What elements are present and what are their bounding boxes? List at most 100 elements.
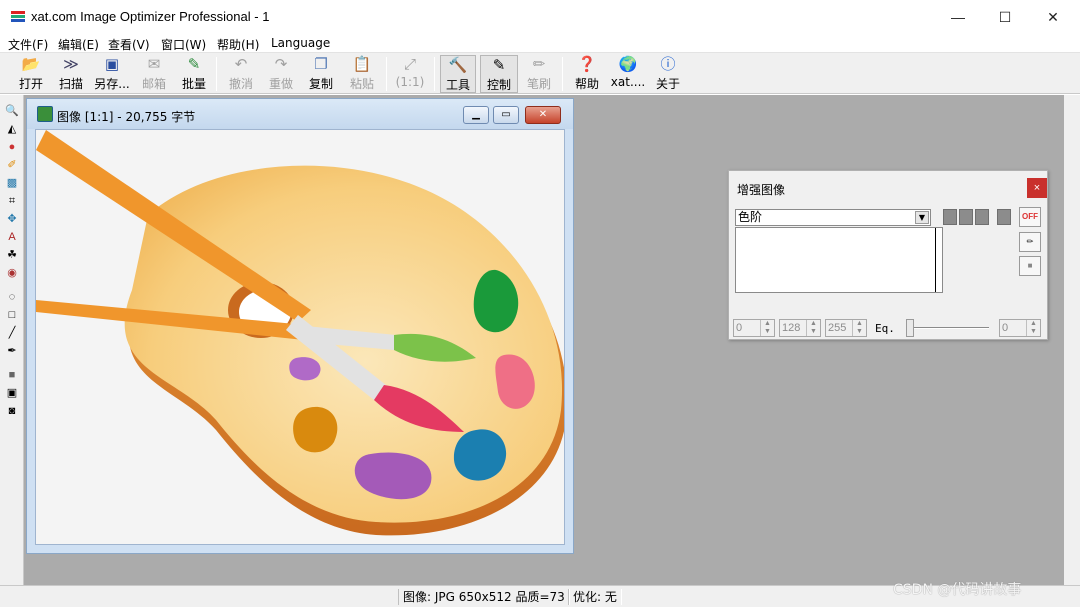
- crop-tool-icon[interactable]: ⌗: [4, 193, 20, 209]
- lasso-tool-icon[interactable]: ◌: [4, 289, 20, 305]
- status-image-info: 图像: JPG 650x512 品质=73: [398, 589, 570, 605]
- brush-label: 笔刷: [526, 77, 551, 91]
- image-window[interactable]: 图像 [1:1] - 20,755 字节 ▁ ▭ ✕: [26, 98, 574, 554]
- menu-bar: 文件(F) 编辑(E) 查看(V) 窗口(W) 帮助(H) Language: [0, 34, 1080, 52]
- close-button[interactable]: ✕: [1030, 0, 1076, 34]
- image-close-button[interactable]: ✕: [525, 106, 561, 124]
- frame-icon[interactable]: ▣: [4, 385, 20, 401]
- spinner-arrows-icon[interactable]: ▲ ▼: [760, 320, 774, 336]
- menu-edit[interactable]: 编辑(E): [58, 36, 99, 53]
- maximize-button[interactable]: ☐: [982, 0, 1028, 34]
- pen-tool-icon[interactable]: ✒: [4, 343, 20, 359]
- minimize-button[interactable]: —: [935, 0, 981, 34]
- eq-spinner[interactable]: 0 ▲ ▼: [999, 319, 1041, 337]
- fill-tool-icon[interactable]: ◭: [4, 121, 20, 137]
- left-toolbox: 🔍 ◭ ● ✐ ▩ ⌗ ✥ A ☘ ◉ ◌ □ ╱ ✒ ■ ▣ ◙: [0, 95, 24, 585]
- about-label: 关于: [655, 77, 680, 91]
- scan-button[interactable]: ≫ 扫描: [54, 55, 88, 93]
- pipette-icon[interactable]: ✏: [1019, 232, 1041, 252]
- level-max-value: 255: [828, 322, 847, 334]
- level-max-spinner[interactable]: 255 ▲ ▼: [825, 319, 867, 337]
- batch-label: 批量: [181, 77, 206, 91]
- open-button[interactable]: 📂 打开: [14, 55, 48, 93]
- line-tool-icon[interactable]: ╱: [4, 325, 20, 341]
- paste-button[interactable]: 📋 粘贴: [345, 55, 379, 93]
- globe-icon: 🌍: [618, 56, 638, 73]
- control-button[interactable]: ✎ 控制: [480, 55, 518, 93]
- status-optimize: 优化: 无: [568, 589, 622, 605]
- text-tool-icon[interactable]: A: [4, 229, 20, 245]
- copy-button[interactable]: ❐ 复制: [304, 55, 338, 93]
- image-canvas[interactable]: [35, 129, 565, 545]
- picture-tool-icon[interactable]: ▩: [4, 175, 20, 191]
- tools-button[interactable]: 🔨 工具: [440, 55, 476, 93]
- magnifier-tool-icon[interactable]: 🔍: [4, 103, 20, 119]
- redo-button[interactable]: ↷ 重做: [264, 55, 298, 93]
- level-min-value: 0: [736, 322, 743, 334]
- menu-file[interactable]: 文件(F): [8, 36, 48, 53]
- foreground-color-icon[interactable]: ■: [4, 367, 20, 383]
- batch-button[interactable]: ✎ 批量: [177, 55, 211, 93]
- red-eye-tool-icon[interactable]: ◉: [4, 265, 20, 281]
- xat-website-button[interactable]: 🌍 xat....: [609, 55, 647, 93]
- title-bar: xat.com Image Optimizer Professional - 1…: [0, 0, 1080, 34]
- rectangle-tool-icon[interactable]: □: [4, 307, 20, 323]
- channel-button-3[interactable]: [975, 209, 989, 225]
- toolbar-separator: [216, 57, 217, 91]
- eq-slider-track[interactable]: [909, 327, 989, 329]
- open-label: 打开: [18, 77, 43, 91]
- spinner-arrows-icon[interactable]: ▲ ▼: [852, 320, 866, 336]
- eyedropper-tool-icon[interactable]: ✐: [4, 157, 20, 173]
- channel-button-1[interactable]: [943, 209, 957, 225]
- undo-button[interactable]: ↶ 撤消: [224, 55, 258, 93]
- help-label: 帮助: [574, 77, 599, 91]
- zoom-1-1-button[interactable]: ⤢ (1:1): [392, 55, 428, 93]
- level-min-spinner[interactable]: 0 ▲ ▼: [733, 319, 775, 337]
- background-color-icon[interactable]: ◙: [4, 403, 20, 419]
- about-button[interactable]: ⓘ 关于: [651, 55, 685, 93]
- chevron-down-icon[interactable]: ▼: [915, 211, 929, 224]
- color-wheel-icon[interactable]: ●: [4, 139, 20, 155]
- right-scroll-area: [1064, 95, 1080, 585]
- enhance-image-dialog[interactable]: 增强图像 × 色阶 ▼ OFF ✏ ■ 0 ▲ ▼ 128 ▲ ▼ 255 ▲ ▼ E…: [728, 170, 1048, 340]
- email-label: 邮箱: [141, 77, 166, 91]
- floppy-disk-icon: ▣: [104, 56, 120, 73]
- swatch-button[interactable]: ■: [1019, 256, 1041, 276]
- image-window-title: 图像 [1:1] - 20,755 字节: [57, 110, 196, 124]
- enhance-close-button[interactable]: ×: [1027, 178, 1047, 198]
- image-window-titlebar[interactable]: 图像 [1:1] - 20,755 字节 ▁ ▭ ✕: [27, 99, 573, 129]
- save-as-button[interactable]: ▣ 另存...: [92, 55, 132, 93]
- spinner-arrows-icon[interactable]: ▲ ▼: [1026, 320, 1040, 336]
- levels-histogram: [735, 227, 943, 293]
- channel-button-4[interactable]: [997, 209, 1011, 225]
- tools-label: 工具: [445, 78, 470, 92]
- batch-icon: ✎: [187, 56, 201, 73]
- paint-palette-image: [36, 130, 564, 536]
- open-folder-icon: 📂: [21, 56, 41, 73]
- off-toggle-button[interactable]: OFF: [1019, 207, 1041, 227]
- menu-help[interactable]: 帮助(H): [217, 36, 259, 53]
- app-icon: [11, 11, 25, 22]
- redo-icon: ↷: [274, 56, 288, 73]
- tools-icon: 🔨: [448, 57, 468, 74]
- email-button[interactable]: ✉ 邮箱: [137, 55, 171, 93]
- image-minimize-button[interactable]: ▁: [463, 106, 489, 124]
- undo-icon: ↶: [234, 56, 248, 73]
- help-button[interactable]: ❓ 帮助: [570, 55, 604, 93]
- image-restore-button[interactable]: ▭: [493, 106, 519, 124]
- eq-label: Eq.: [875, 322, 895, 335]
- level-mid-spinner[interactable]: 128 ▲ ▼: [779, 319, 821, 337]
- channel-button-2[interactable]: [959, 209, 973, 225]
- watermark: CSDN @代码讲故事: [893, 582, 1022, 598]
- stamp-tool-icon[interactable]: ☘: [4, 247, 20, 263]
- control-icon: ✎: [492, 57, 506, 74]
- menu-view[interactable]: 查看(V): [108, 36, 150, 53]
- spinner-arrows-icon[interactable]: ▲ ▼: [806, 320, 820, 336]
- menu-window[interactable]: 窗口(W): [161, 36, 206, 53]
- enhance-mode-select[interactable]: 色阶 ▼: [735, 209, 931, 226]
- paste-label: 粘贴: [349, 77, 374, 91]
- resize-tool-icon[interactable]: ✥: [4, 211, 20, 227]
- menu-language[interactable]: Language: [271, 36, 330, 50]
- eq-slider-thumb[interactable]: [906, 319, 914, 337]
- brush-button[interactable]: ✏ 笔刷: [522, 55, 556, 93]
